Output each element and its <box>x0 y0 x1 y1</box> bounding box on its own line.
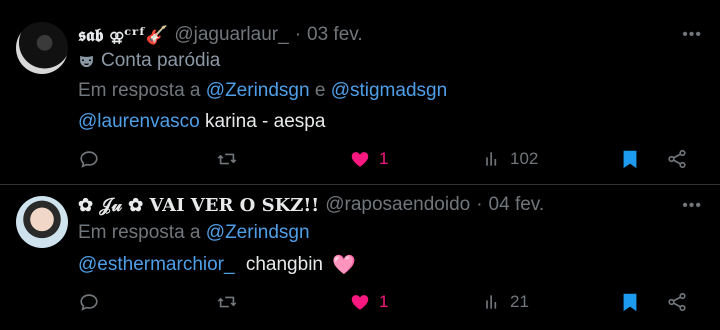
heart-filled-icon <box>349 148 371 170</box>
retweet-button[interactable] <box>216 144 238 174</box>
bookmark-filled-icon <box>619 291 641 313</box>
share-icon <box>666 291 688 313</box>
action-bar: 1 102 <box>78 144 708 174</box>
reply-icon <box>78 148 100 170</box>
reply-prefix: Em resposta a <box>78 80 201 101</box>
parody-text: Conta paródia <box>101 50 221 71</box>
tweet-text: @esthermarchior_ changbin 🩷 <box>78 253 356 277</box>
reply-prefix: Em resposta a <box>78 222 201 243</box>
separator-dot: · <box>476 194 483 215</box>
reply-context: Em resposta a @Zerindsgn e @stigmadsgn <box>78 80 447 102</box>
views-icon <box>482 149 502 169</box>
separator-dot: · <box>294 24 302 45</box>
like-count: 1 <box>379 149 389 168</box>
user-handle[interactable]: @raposaendoido <box>325 194 470 216</box>
reply-button[interactable] <box>78 144 100 174</box>
retweet-icon <box>216 291 238 313</box>
user-handle[interactable]: @jaguarlaur_ <box>174 24 288 46</box>
display-name[interactable]: 𝖘𝖆𝖇 ⚢ᶜʳᶠ🎸 <box>78 25 168 46</box>
avatar[interactable] <box>16 22 68 74</box>
like-button[interactable]: 1 <box>349 144 388 174</box>
retweet-button[interactable] <box>216 287 238 317</box>
views-button[interactable]: 102 <box>482 144 538 174</box>
heart-filled-icon <box>349 291 371 313</box>
tweet-2[interactable]: ✿ 𝒥𝓊 ✿ VAI VER O SKZ!! @raposaendoido · … <box>0 185 720 330</box>
more-horizontal-icon[interactable]: ••• <box>682 26 702 44</box>
retweet-icon <box>216 148 238 170</box>
text-mention[interactable]: @esthermarchior_ <box>78 254 235 275</box>
bookmark-button[interactable] <box>619 287 641 317</box>
parody-mask-icon <box>80 55 93 67</box>
display-name[interactable]: ✿ 𝒥𝓊 ✿ VAI VER O SKZ!! <box>78 195 319 216</box>
reply-button[interactable] <box>78 287 100 317</box>
tweet-date[interactable]: 04 fev. <box>489 194 545 216</box>
tweet-body: changbin <box>245 254 323 276</box>
share-icon <box>666 148 688 170</box>
views-count: 102 <box>510 149 539 168</box>
share-button[interactable] <box>666 287 688 317</box>
like-button[interactable]: 1 <box>349 287 388 317</box>
tweet-header: 𝖘𝖆𝖇 ⚢ᶜʳᶠ🎸 @jaguarlaur_ · 03 fev. <box>78 22 363 48</box>
text-mention[interactable]: @laurenvasco <box>78 111 200 132</box>
views-icon <box>482 292 502 312</box>
tweet-1[interactable]: 𝖘𝖆𝖇 ⚢ᶜʳᶠ🎸 @jaguarlaur_ · 03 fev. ••• Con… <box>0 0 720 184</box>
views-button[interactable]: 21 <box>482 287 529 317</box>
parody-label: Conta paródia <box>78 50 220 72</box>
reply-context: Em resposta a @Zerindsgn <box>78 222 310 244</box>
tweet-date[interactable]: 03 fev. <box>307 24 363 46</box>
tweet-text: @laurenvasco karina - aespa <box>78 111 325 133</box>
reply-conjunction: e <box>314 80 326 101</box>
share-button[interactable] <box>666 144 688 174</box>
reply-icon <box>78 291 100 313</box>
reply-mention-stigmadsgn[interactable]: @stigmadsgn <box>331 80 447 101</box>
more-horizontal-icon[interactable]: ••• <box>682 197 702 215</box>
reply-mention-zerindsgn[interactable]: @Zerindsgn <box>206 222 310 243</box>
reply-mention-zerindsgn[interactable]: @Zerindsgn <box>206 80 310 101</box>
bookmark-button[interactable] <box>619 144 641 174</box>
pink-heart-emoji: 🩷 <box>332 255 356 276</box>
like-count: 1 <box>379 292 389 311</box>
tweet-body: karina - aespa <box>205 111 326 132</box>
avatar[interactable] <box>16 196 68 248</box>
bookmark-filled-icon <box>619 148 641 170</box>
tweet-header: ✿ 𝒥𝓊 ✿ VAI VER O SKZ!! @raposaendoido · … <box>78 192 544 218</box>
action-bar: 1 21 <box>78 287 708 317</box>
views-count: 21 <box>510 292 529 311</box>
